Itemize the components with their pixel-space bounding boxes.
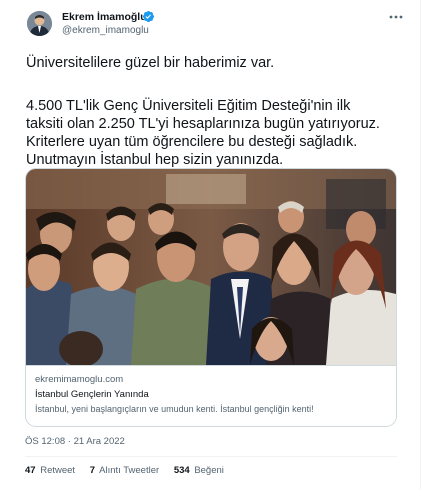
more-options-icon[interactable] <box>389 12 403 22</box>
profile-photo-icon <box>27 11 52 36</box>
tweet-text-line: Üniversitelilere güzel bir haberimiz var… <box>26 55 275 71</box>
retweet-count-label: Retweet <box>40 465 76 476</box>
quote-count-label: Alıntı Tweetler <box>99 465 160 476</box>
tweet-text-line: Kriterlere uyan tüm öğrencilere bu deste… <box>26 134 358 150</box>
card-domain: ekremimamoglu.com <box>35 374 124 385</box>
like-count[interactable]: 534 Beğeni <box>174 465 224 476</box>
author-name[interactable]: Ekrem İmamoğlu <box>62 11 147 23</box>
tweet: Ekrem İmamoğlu @ekrem_imamoglu Üniversit… <box>0 0 421 489</box>
avatar[interactable] <box>27 11 52 36</box>
retweet-count[interactable]: 47 Retweet <box>25 465 75 476</box>
card-title: İstanbul Gençlerin Yanında <box>35 389 149 400</box>
quote-count-value: 7 <box>89 465 96 476</box>
link-card[interactable]: ekremimamoglu.com İstanbul Gençlerin Yan… <box>25 168 397 427</box>
tweet-stats: 47 Retweet 7 Alıntı Tweetler 534 Beğeni <box>25 465 236 476</box>
like-count-value: 534 <box>173 465 190 476</box>
tweet-timestamp[interactable]: ÖS 12:08 · 21 Ara 2022 <box>25 436 125 447</box>
tweet-text-line: Unutmayın İstanbul hep sizin yanınızda. <box>26 152 284 168</box>
tweet-text-line: taksiti olan 2.250 TL'yi hesaplarınıza b… <box>26 116 380 132</box>
divider <box>25 456 397 457</box>
card-photo-image[interactable] <box>26 169 396 365</box>
verified-badge-icon <box>142 10 155 23</box>
author-handle[interactable]: @ekrem_imamoglu <box>62 25 149 36</box>
card-description: İstanbul, yeni başlangıçların ve umudun … <box>35 404 314 414</box>
tweet-text-line: 4.500 TL'lik Genç Üniversiteli Eğitim De… <box>26 98 351 114</box>
quote-tweet-count[interactable]: 7 Alıntı Tweetler <box>90 465 159 476</box>
card-info[interactable]: ekremimamoglu.com İstanbul Gençlerin Yan… <box>26 365 396 426</box>
like-count-label: Beğeni <box>194 465 224 476</box>
retweet-count-value: 47 <box>25 465 36 476</box>
